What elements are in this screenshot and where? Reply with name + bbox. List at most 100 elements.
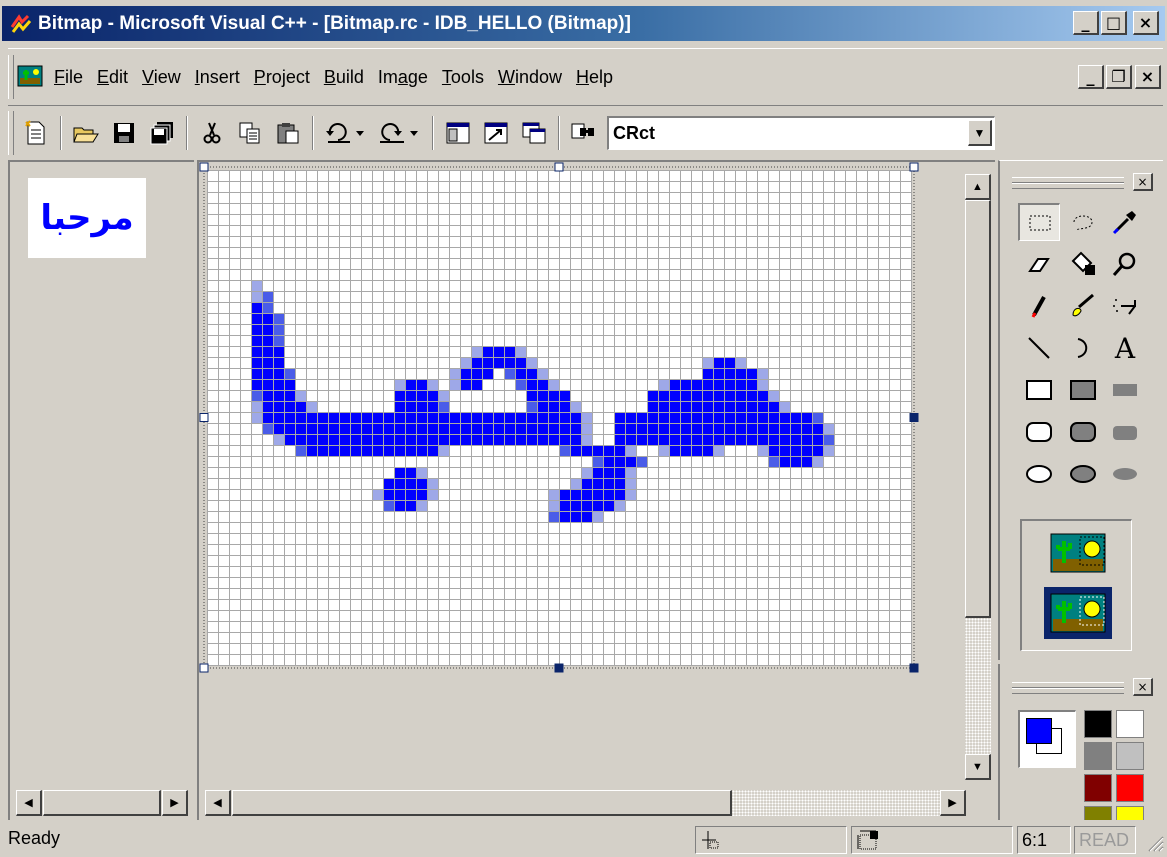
minimize-button[interactable]: _	[1073, 11, 1099, 35]
resize-handle[interactable]	[554, 162, 564, 172]
foreground-color-swatch[interactable]	[1026, 718, 1052, 744]
bitmap-canvas[interactable]	[199, 162, 989, 787]
close-icon[interactable]: ×	[1133, 173, 1153, 191]
color-picker-icon[interactable]	[1104, 203, 1146, 241]
menu-image[interactable]: Image	[371, 67, 435, 88]
roundrect-filled-icon[interactable]	[1104, 413, 1146, 451]
transparent-background-option[interactable]	[1044, 587, 1112, 639]
close-button[interactable]: ×	[1133, 11, 1159, 35]
magnifier-icon[interactable]	[1104, 245, 1146, 283]
palette-swatch[interactable]	[1084, 710, 1112, 738]
scroll-left-icon[interactable]: ◀	[16, 790, 42, 816]
roundrect-filled-outline-icon[interactable]	[1062, 413, 1104, 451]
toolbar-grip[interactable]	[8, 111, 14, 155]
scroll-up-icon[interactable]: ▲	[965, 174, 991, 200]
palette-grip[interactable]	[1012, 688, 1124, 694]
menu-build[interactable]: Build	[317, 67, 371, 88]
palette-swatch[interactable]	[1116, 742, 1144, 770]
resize-handle[interactable]	[909, 663, 919, 673]
brush-icon[interactable]	[1062, 287, 1104, 325]
line-icon[interactable]	[1018, 329, 1060, 367]
resize-handle[interactable]	[199, 663, 209, 673]
menu-insert[interactable]: Insert	[188, 67, 247, 88]
find-in-files-icon[interactable]	[568, 117, 600, 149]
resize-handle[interactable]	[199, 162, 209, 172]
bitmap-pixel	[570, 401, 581, 412]
doc-restore-button[interactable]: ❐	[1106, 65, 1132, 89]
close-icon[interactable]: ×	[1133, 678, 1153, 696]
palette-swatch[interactable]	[1116, 710, 1144, 738]
doc-minimize-button[interactable]: _	[1078, 65, 1104, 89]
scroll-right-icon[interactable]: ▶	[162, 790, 188, 816]
menu-window[interactable]: Window	[491, 67, 569, 88]
menu-project[interactable]: Project	[247, 67, 317, 88]
rect-filled-icon[interactable]	[1104, 371, 1146, 409]
new-text-file-icon[interactable]	[20, 117, 52, 149]
menu-edit[interactable]: Edit	[90, 67, 135, 88]
opaque-background-option[interactable]	[1050, 533, 1106, 578]
text-tool-icon[interactable]: A	[1104, 329, 1146, 367]
app-icon[interactable]	[10, 13, 32, 35]
find-combo[interactable]: CRct ▼	[607, 116, 995, 150]
bitmap-pixel	[757, 412, 768, 423]
airbrush-icon[interactable]	[1104, 287, 1146, 325]
maximize-button[interactable]: □	[1101, 11, 1127, 35]
fill-icon[interactable]	[1062, 245, 1104, 283]
open-icon[interactable]	[70, 117, 102, 149]
doc-close-button[interactable]: ×	[1135, 65, 1161, 89]
menu-view[interactable]: View	[135, 67, 188, 88]
workspace-icon[interactable]	[442, 117, 474, 149]
select-rect-icon[interactable]	[1018, 203, 1060, 241]
resize-handle[interactable]	[909, 413, 919, 422]
bitmap-pixel	[372, 489, 383, 500]
menu-file[interactable]: File	[47, 67, 90, 88]
ellipse-filled-outline-icon[interactable]	[1062, 455, 1104, 493]
bitmap-pixel	[383, 500, 394, 511]
pencil-icon[interactable]	[1018, 287, 1060, 325]
ellipse-outline-icon[interactable]	[1018, 455, 1060, 493]
paste-icon[interactable]	[272, 117, 304, 149]
palette-swatch[interactable]	[1084, 774, 1112, 802]
preview-hscrollbar[interactable]: ◀ ▶	[10, 790, 194, 818]
copy-icon[interactable]	[234, 117, 266, 149]
rect-outline-icon[interactable]	[1018, 371, 1060, 409]
palette-swatch[interactable]	[1084, 742, 1112, 770]
eraser-icon[interactable]	[1018, 245, 1060, 283]
redo-icon[interactable]	[376, 117, 424, 149]
toolbox-grip[interactable]	[1012, 183, 1124, 189]
current-colors[interactable]	[1018, 710, 1076, 768]
title-bar[interactable]: Bitmap - Microsoft Visual C++ - [Bitmap.…	[2, 6, 1165, 41]
editor-hscroll-thumb[interactable]	[232, 790, 732, 816]
bitmap-pixel	[284, 423, 295, 434]
menu-help[interactable]: Help	[569, 67, 620, 88]
editor-vscroll-track[interactable]	[965, 618, 991, 754]
rect-filled-outline-icon[interactable]	[1062, 371, 1104, 409]
toolbar-separator	[558, 116, 560, 150]
scroll-left-icon[interactable]: ◀	[205, 790, 231, 816]
resize-handle[interactable]	[554, 663, 564, 673]
editor-hscroll-track[interactable]	[732, 790, 940, 816]
menu-tools[interactable]: Tools	[435, 67, 491, 88]
editor-vscroll-thumb[interactable]	[965, 200, 991, 618]
free-select-icon[interactable]	[1062, 203, 1104, 241]
undo-icon[interactable]	[322, 117, 370, 149]
preview-scroll-thumb[interactable]	[43, 790, 161, 816]
ellipse-filled-icon[interactable]	[1104, 455, 1146, 493]
palette-swatch[interactable]	[1116, 774, 1144, 802]
output-icon[interactable]	[480, 117, 512, 149]
roundrect-outline-icon[interactable]	[1018, 413, 1060, 451]
resize-handle[interactable]	[199, 413, 209, 422]
scroll-down-icon[interactable]: ▼	[965, 754, 991, 780]
scroll-right-icon[interactable]: ▶	[940, 790, 966, 816]
size-grip-icon[interactable]	[1146, 834, 1164, 852]
curve-icon[interactable]	[1062, 329, 1104, 367]
menu-grip[interactable]	[8, 55, 14, 99]
chevron-down-icon[interactable]: ▼	[968, 120, 992, 146]
save-all-icon[interactable]	[146, 117, 178, 149]
document-icon[interactable]	[17, 64, 43, 90]
window-list-icon[interactable]	[518, 117, 550, 149]
bitmap-pixel	[680, 445, 691, 456]
cut-icon[interactable]	[196, 117, 228, 149]
save-icon[interactable]	[108, 117, 140, 149]
resize-handle[interactable]	[909, 162, 919, 172]
